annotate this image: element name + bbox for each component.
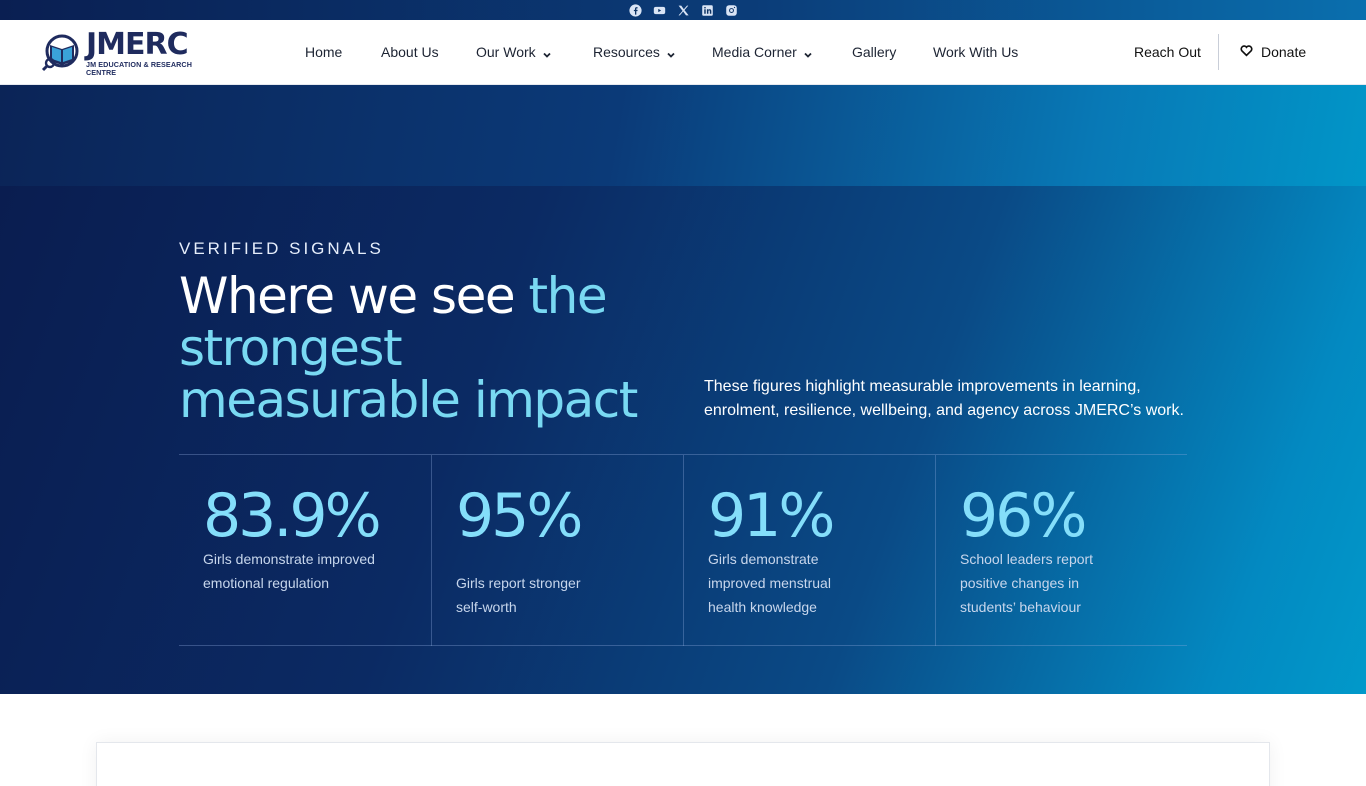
nav-home-label: Home	[305, 44, 343, 60]
facebook-icon[interactable]	[628, 3, 642, 17]
stat-card: 95% Girls report stronger self-worth	[431, 455, 683, 646]
header-divider	[1218, 34, 1219, 70]
stats-grid: 83.9% Girls demonstrate improved emotion…	[179, 454, 1187, 646]
nav-media-corner[interactable]: Media Corner	[712, 44, 813, 60]
chevron-down-icon	[803, 47, 813, 58]
section-heading: Where we see the strongest measurable im…	[179, 270, 659, 426]
nav-our-work[interactable]: Our Work	[476, 44, 552, 60]
section-eyebrow: VERIFIED SIGNALS	[179, 239, 384, 258]
stat-card: 83.9% Girls demonstrate improved emotion…	[179, 455, 431, 646]
donate-label: Donate	[1261, 44, 1307, 60]
heart-icon	[1240, 44, 1253, 60]
nav-resources[interactable]: Resources	[593, 44, 676, 60]
impact-section: VERIFIED SIGNALS Where we see the strong…	[0, 186, 1366, 694]
nav-about-us[interactable]: About Us	[381, 44, 439, 60]
stat-label: Girls demonstrate improved menstrual hea…	[708, 551, 831, 615]
stat-value: 91%	[708, 481, 835, 551]
book-globe-logo-icon	[40, 33, 84, 73]
reach-out-link[interactable]: Reach Out	[1134, 44, 1201, 60]
nav-gallery-label: Gallery	[852, 44, 897, 60]
page-banner	[0, 85, 1366, 186]
stat-value: 95%	[456, 481, 583, 551]
logo-name: JMERC	[86, 27, 189, 63]
social-bar	[0, 0, 1366, 20]
logo-subtitle: JM EDUCATION & RESEARCH CENTRE	[86, 60, 192, 77]
linkedin-icon[interactable]	[700, 3, 714, 17]
site-logo[interactable]: JMERC JM EDUCATION & RESEARCH CENTRE	[40, 27, 210, 77]
nav-about-us-label: About Us	[381, 44, 439, 60]
content-card	[96, 742, 1270, 786]
stat-label: Girls demonstrate improved emotional reg…	[203, 551, 375, 591]
nav-work-with-us[interactable]: Work With Us	[933, 44, 1018, 60]
nav-resources-label: Resources	[593, 44, 660, 60]
chevron-down-icon	[666, 47, 676, 58]
chevron-down-icon	[542, 47, 552, 58]
nav-our-work-label: Our Work	[476, 44, 536, 60]
section-description: These figures highlight measurable impro…	[704, 378, 1184, 419]
nav-work-with-us-label: Work With Us	[933, 44, 1019, 60]
stat-label: Girls report stronger self-worth	[456, 575, 581, 615]
instagram-icon[interactable]	[724, 3, 738, 17]
stat-value: 96%	[960, 481, 1087, 551]
youtube-icon[interactable]	[652, 3, 666, 17]
nav-gallery[interactable]: Gallery	[852, 44, 896, 60]
donate-button[interactable]: Donate	[1240, 44, 1306, 60]
stat-card: 91% Girls demonstrate improved menstrual…	[683, 455, 935, 646]
heading-plain: Where we see	[179, 267, 529, 325]
site-header: JMERC JM EDUCATION & RESEARCH CENTRE Hom…	[0, 20, 1366, 85]
nav-home[interactable]: Home	[305, 44, 342, 60]
nav-media-corner-label: Media Corner	[712, 44, 797, 60]
stat-card: 96% School leaders report positive chang…	[935, 455, 1187, 646]
x-icon[interactable]	[676, 3, 690, 17]
stat-label: School leaders report positive changes i…	[960, 551, 1094, 615]
stat-value: 83.9%	[203, 481, 382, 551]
